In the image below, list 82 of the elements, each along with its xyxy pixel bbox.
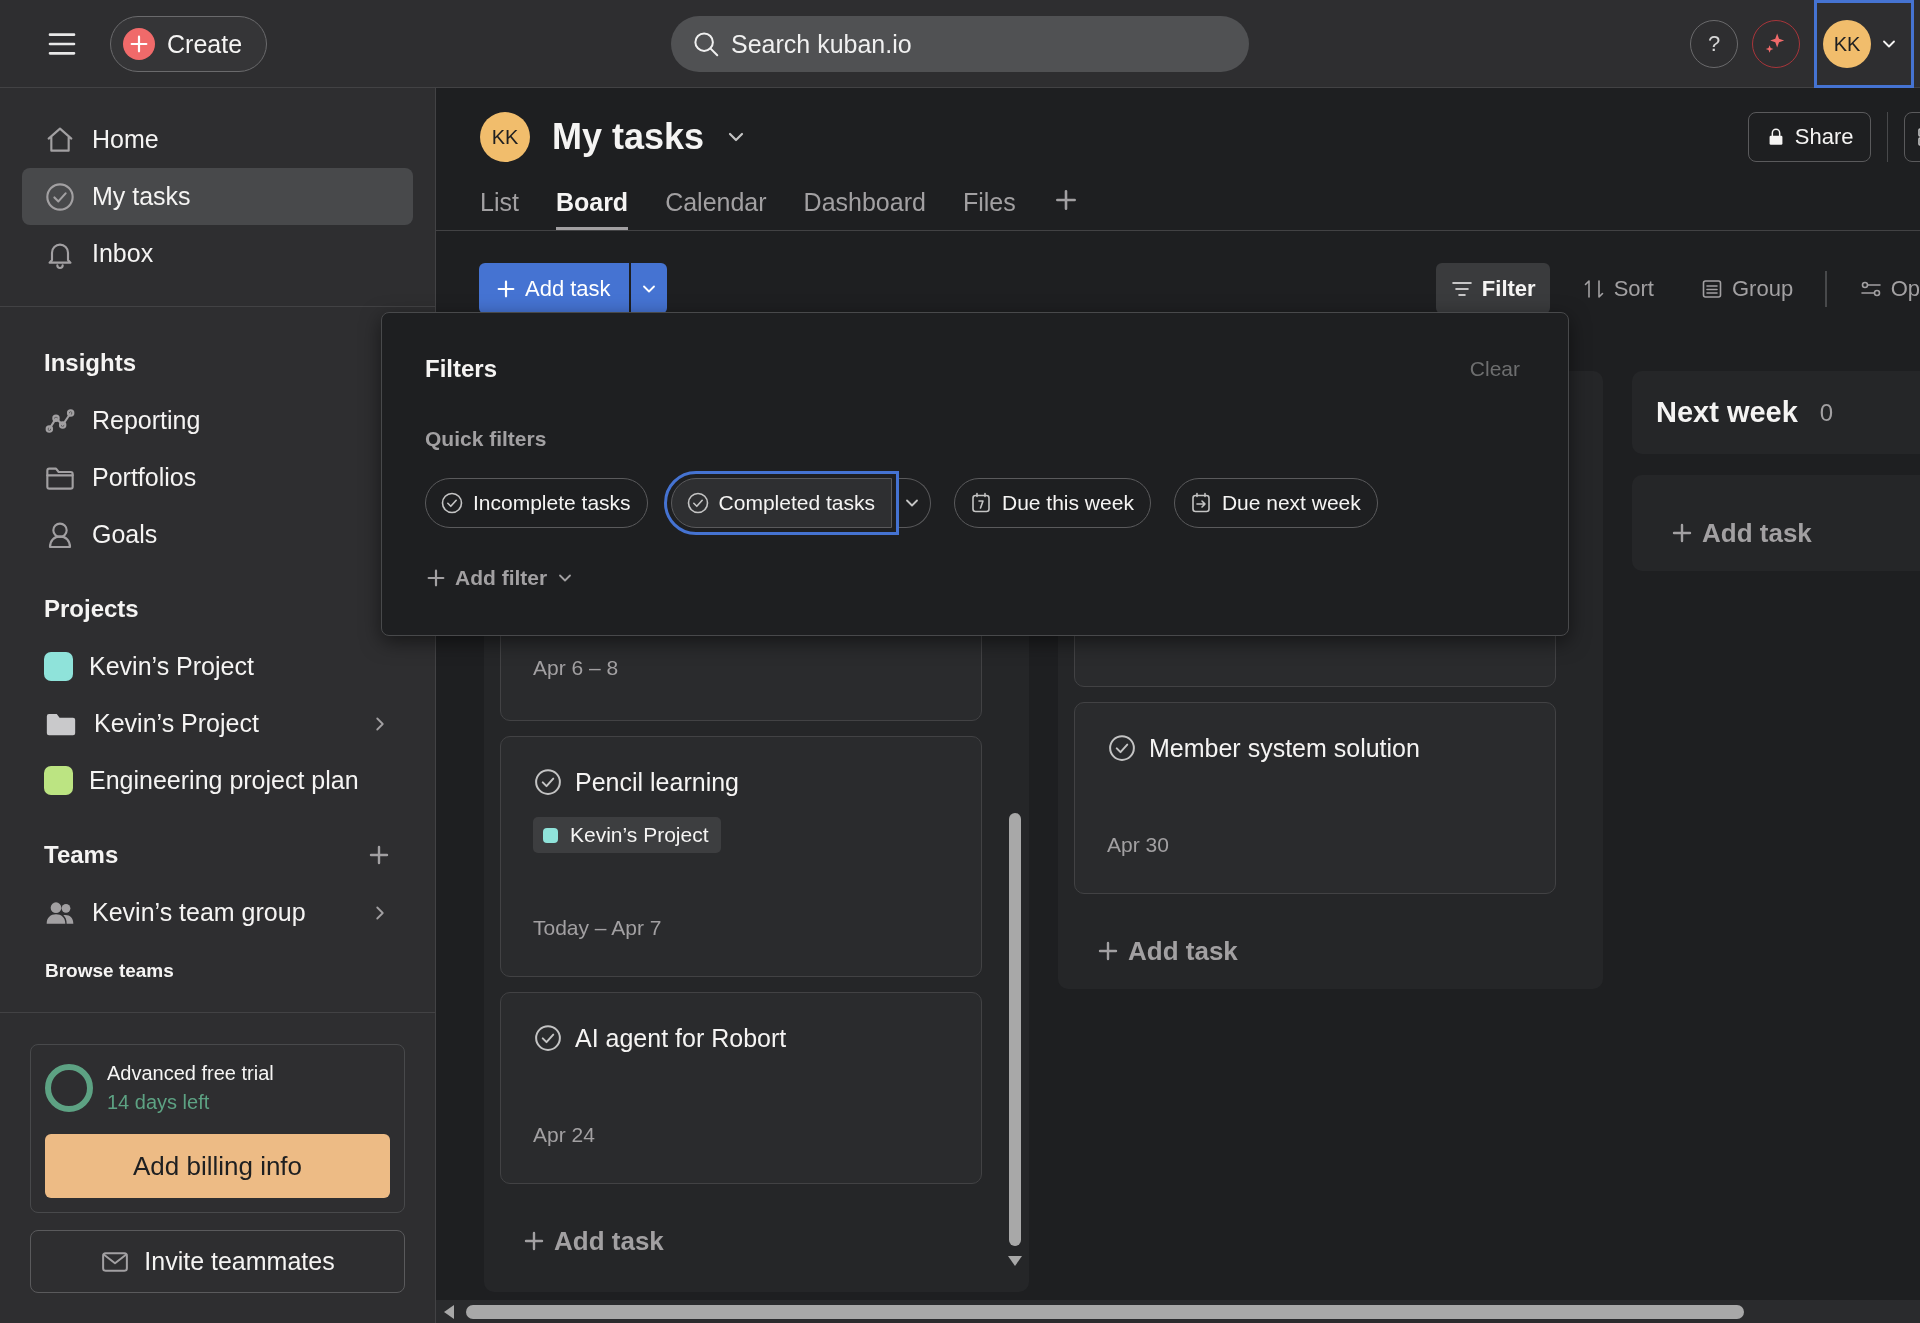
task-card[interactable]: AI agent for Robort Apr 24 — [500, 992, 982, 1184]
project-tag-label: Kevin’s Project — [570, 823, 709, 847]
project-item[interactable]: Kevin’s Project — [22, 638, 413, 695]
days-left: 14 days left — [107, 1091, 211, 1114]
plus-icon — [1670, 521, 1694, 545]
nav-label: Goals — [92, 520, 158, 549]
nav-label: Portfolios — [92, 463, 197, 492]
group-button[interactable]: Group — [1686, 263, 1808, 314]
tab[interactable]: Calendar — [665, 173, 767, 230]
section-label: Quick filters — [425, 427, 548, 451]
horizontal-scrollbar[interactable] — [436, 1300, 1920, 1323]
avatar: KK — [1823, 20, 1871, 68]
tab[interactable]: Files — [962, 173, 1016, 230]
task-title: Pencil learning — [575, 767, 739, 797]
project-item[interactable]: Engineering project plan — [22, 752, 413, 809]
project-label: Engineering project plan — [89, 766, 359, 795]
due-date: Apr 24 — [533, 1122, 596, 1147]
filter-button[interactable]: Filter — [1435, 263, 1550, 314]
team-label: Kevin’s team group — [92, 898, 306, 927]
share-button[interactable]: Share — [1747, 112, 1871, 162]
sort-button[interactable]: Sort — [1567, 263, 1668, 314]
plus-icon — [425, 567, 447, 589]
filter-chip[interactable]: Due this week — [954, 478, 1151, 528]
due-date: Today – Apr 7 — [533, 915, 663, 940]
add-task-button[interactable]: Add task — [1074, 921, 1244, 981]
nav-item[interactable]: Inbox — [22, 225, 413, 282]
task-title: AI agent for Robort — [575, 1023, 787, 1053]
project-label: Kevin’s Project — [94, 709, 259, 738]
nav-item[interactable]: Home — [22, 111, 413, 168]
due-date: Apr 30 — [1107, 832, 1170, 857]
search-icon — [691, 29, 721, 59]
nav-item[interactable]: Reporting — [22, 392, 413, 449]
nav-item[interactable]: Goals — [22, 506, 413, 563]
plus-icon — [522, 1229, 546, 1253]
check-circle-icon — [440, 491, 464, 515]
task-title: Member system solution — [1149, 733, 1420, 763]
add-task-button[interactable]: Add task — [500, 1211, 670, 1271]
trial-title: Advanced free trial — [107, 1062, 274, 1085]
tab[interactable]: List — [480, 173, 519, 230]
check-circle-icon — [44, 180, 76, 213]
plus-icon — [123, 28, 155, 60]
add-filter-button[interactable]: Add filter — [425, 566, 576, 590]
column-title: Next week — [1656, 396, 1798, 429]
section-title: Insights — [44, 349, 136, 377]
options-button[interactable]: Op — [1844, 263, 1920, 314]
nav-label: Home — [92, 125, 159, 154]
add-billing-button[interactable]: Add billing info — [45, 1134, 390, 1198]
due-date: Apr 6 – 8 — [533, 656, 620, 680]
invite-button[interactable]: Invite teammates — [30, 1230, 405, 1293]
calendar-icon — [969, 491, 993, 515]
task-card[interactable]: Member system solution Apr 30 — [1074, 702, 1556, 894]
check-circle-icon — [533, 767, 563, 797]
check-circle-icon — [685, 491, 710, 515]
plus-icon — [1096, 939, 1120, 963]
page-title: My tasks — [552, 116, 705, 158]
search-field[interactable]: Search kuban.io — [671, 16, 1249, 72]
add-task-menu-button[interactable] — [628, 263, 667, 314]
task-card[interactable]: Pencil learning Kevin’s Project Today – Apr 7 — [500, 736, 982, 977]
trial-ring-icon — [45, 1064, 93, 1112]
nav-label: Reporting — [92, 406, 201, 435]
panel-title: Filters — [425, 355, 498, 383]
nav-label: My tasks — [92, 182, 191, 211]
section-title: Teams — [44, 841, 119, 869]
create-button[interactable]: Create — [110, 16, 268, 72]
add-task-button[interactable]: Add task — [1648, 503, 1818, 563]
project-label: Kevin’s Project — [89, 652, 254, 681]
tab[interactable]: Board — [555, 173, 629, 230]
plus-icon — [367, 843, 391, 867]
nav-item[interactable]: My tasks — [22, 168, 413, 225]
nav-label: Inbox — [92, 239, 154, 268]
section-title: Projects — [44, 595, 139, 623]
tab[interactable]: Dashboard — [803, 173, 926, 230]
nav-item[interactable]: Portfolios — [22, 449, 413, 506]
avatar: KK — [480, 112, 530, 162]
add-task-button[interactable]: Add task — [479, 263, 629, 314]
filter-chip[interactable]: Incomplete tasks — [425, 478, 648, 528]
project-item[interactable]: Kevin’s Project — [22, 695, 413, 752]
check-circle-icon — [533, 1023, 563, 1053]
task-count: 0 — [1819, 398, 1834, 427]
check-circle-icon — [1107, 733, 1137, 763]
team-item[interactable]: Kevin’s team group — [22, 884, 413, 941]
browse-teams-link[interactable]: Browse teams — [45, 951, 435, 991]
